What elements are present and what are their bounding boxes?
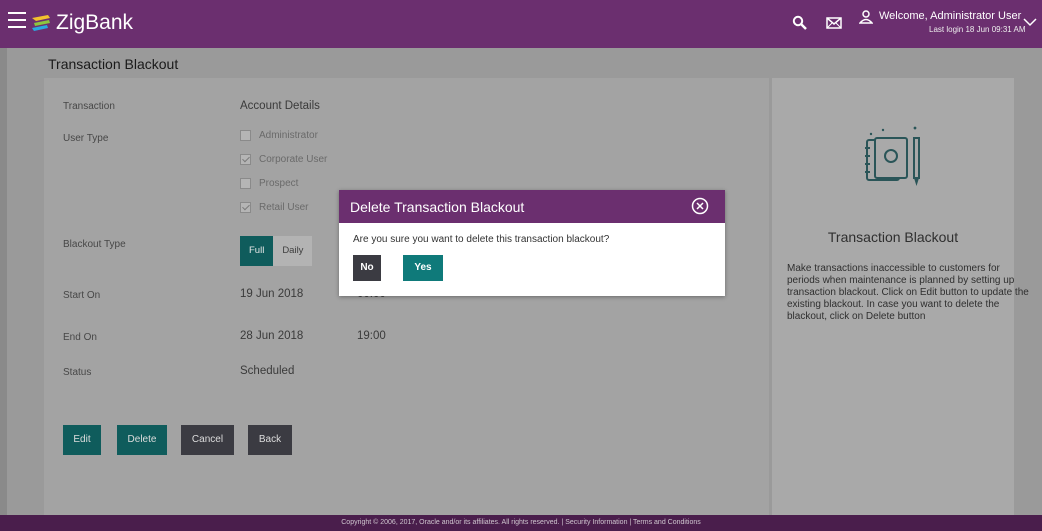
help-title: Transaction Blackout <box>827 229 959 245</box>
end-date-value: 28 Jun 2018 <box>240 330 304 342</box>
blackout-type-toggle: Full Daily <box>240 236 313 266</box>
search-icon[interactable] <box>787 12 813 34</box>
welcome-text: Welcome, Administrator User <box>879 10 1022 22</box>
page-title: Transaction Blackout <box>48 56 179 72</box>
help-description: Make transactions inaccessible to custom… <box>787 263 1029 322</box>
close-icon[interactable] <box>691 197 709 215</box>
footer-text: Copyright © 2006, 2017, Oracle and/or it… <box>341 519 701 526</box>
delete-confirm-dialog: Delete Transaction Blackout Are you sure… <box>339 190 725 296</box>
user-menu[interactable]: Welcome, Administrator User Last login 1… <box>857 7 1037 41</box>
user-type-retail-user[interactable]: Retail User <box>240 202 308 213</box>
dialog-title: Delete Transaction Blackout <box>350 199 525 215</box>
user-type-label: User Type <box>63 133 109 144</box>
status-label: Status <box>63 367 92 378</box>
start-date-value: 19 Jun 2018 <box>240 288 304 300</box>
user-type-prospect[interactable]: Prospect <box>240 178 298 189</box>
chevron-down-icon[interactable] <box>1023 17 1037 27</box>
transaction-label: Transaction <box>63 101 115 112</box>
start-on-label: Start On <box>63 290 101 301</box>
blackout-type-full[interactable]: Full <box>240 236 274 266</box>
dialog-message: Are you sure you want to delete this tra… <box>353 234 610 245</box>
blackout-type-label: Blackout Type <box>63 239 126 250</box>
menu-icon[interactable] <box>8 12 26 28</box>
end-on-label: End On <box>63 332 97 343</box>
last-login-text: Last login 18 Jun 09:31 AM <box>929 25 1026 34</box>
no-button[interactable]: No <box>353 255 381 281</box>
status-value: Scheduled <box>240 365 295 377</box>
checkbox-label: Corporate User <box>259 154 328 165</box>
mail-icon[interactable] <box>821 12 847 34</box>
checkbox[interactable] <box>240 178 251 189</box>
footer: Copyright © 2006, 2017, Oracle and/or it… <box>0 515 1042 531</box>
checkbox-label: Retail User <box>259 202 309 213</box>
delete-button[interactable]: Delete <box>117 425 167 455</box>
zigbank-logo-icon <box>32 15 50 31</box>
back-button[interactable]: Back <box>248 425 292 455</box>
end-time-value: 19:00 <box>357 330 386 342</box>
checkbox-label: Prospect <box>259 178 299 189</box>
brand-name: ZigBank <box>56 11 134 34</box>
yes-button[interactable]: Yes <box>403 255 443 281</box>
dialog-header: Delete Transaction Blackout <box>339 190 725 223</box>
transaction-value: Account Details <box>240 100 320 112</box>
user-type-corporate-user[interactable]: Corporate User <box>240 154 327 165</box>
blackout-type-daily[interactable]: Daily <box>273 236 312 266</box>
edit-button[interactable]: Edit <box>63 425 101 455</box>
top-navigation-bar: ZigBank Welcome, Administrator User Last… <box>0 0 1042 48</box>
user-icon <box>859 10 873 24</box>
checkbox-checked[interactable] <box>240 154 251 165</box>
checkbox[interactable] <box>240 130 251 141</box>
checkbox-checked[interactable] <box>240 202 251 213</box>
notebook-icon <box>865 126 920 186</box>
user-type-administrator[interactable]: Administrator <box>240 130 318 141</box>
checkbox-label: Administrator <box>259 130 318 141</box>
cancel-button[interactable]: Cancel <box>181 425 234 455</box>
brand-logo[interactable]: ZigBank <box>30 8 133 38</box>
